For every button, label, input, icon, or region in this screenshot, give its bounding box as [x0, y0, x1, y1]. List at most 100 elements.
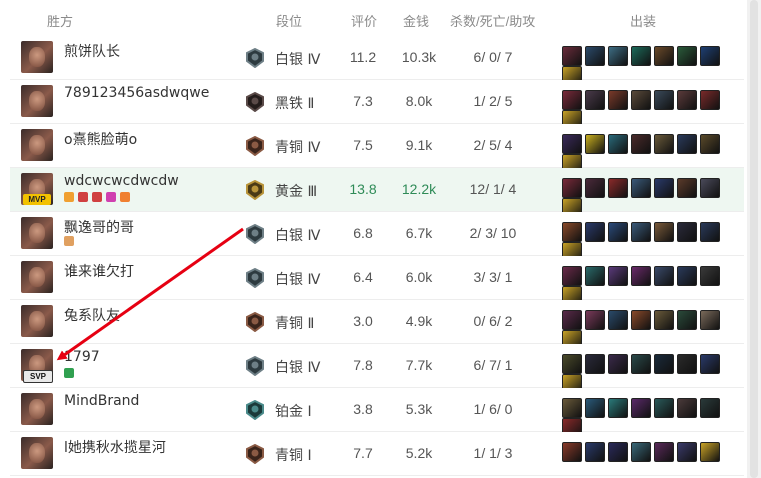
scrollbar[interactable] [747, 0, 761, 478]
item-icon[interactable] [677, 46, 697, 66]
item-icon[interactable] [585, 310, 605, 330]
item-icon[interactable] [700, 134, 720, 154]
item-icon[interactable] [677, 266, 697, 286]
player-name[interactable]: wdcwcwcdwcdw [64, 173, 179, 189]
item-icon[interactable] [654, 46, 674, 66]
item-icon[interactable] [562, 222, 582, 242]
item-icon[interactable] [700, 266, 720, 286]
item-icon[interactable] [585, 178, 605, 198]
item-icon[interactable] [654, 354, 674, 374]
item-icon[interactable] [608, 178, 628, 198]
item-icon[interactable] [608, 310, 628, 330]
player-name[interactable]: 煎饼队长 [64, 41, 120, 61]
item-icon[interactable] [562, 178, 582, 198]
player-row[interactable]: MindBrand 铂金 Ⅰ 3.8 5.3k 1/ 6/ 0 [10, 388, 744, 438]
player-name[interactable]: MindBrand [64, 393, 139, 409]
item-icon[interactable] [631, 310, 651, 330]
item-icon[interactable] [631, 90, 651, 110]
champion-avatar[interactable] [21, 437, 53, 469]
item-icon[interactable] [677, 442, 697, 462]
item-icon[interactable] [608, 46, 628, 66]
item-icon[interactable] [700, 310, 720, 330]
item-icon[interactable] [631, 266, 651, 286]
item-icon[interactable] [654, 310, 674, 330]
item-icon[interactable] [631, 46, 651, 66]
item-icon[interactable] [562, 266, 582, 286]
item-icon[interactable] [700, 354, 720, 374]
item-icon[interactable] [608, 134, 628, 154]
item-icon[interactable] [654, 398, 674, 418]
item-icon[interactable] [585, 134, 605, 154]
player-row[interactable]: MVP wdcwcwcdwcdw 黄金 Ⅲ 13.8 12.2k 12/ 1/ 4 [10, 168, 744, 218]
item-icon[interactable] [654, 178, 674, 198]
player-name[interactable]: 飘逸哥的哥 [64, 217, 134, 237]
item-icon[interactable] [677, 398, 697, 418]
champion-avatar[interactable] [21, 129, 53, 161]
item-icon[interactable] [631, 134, 651, 154]
item-icon[interactable] [608, 90, 628, 110]
item-icon[interactable] [677, 178, 697, 198]
item-icon[interactable] [654, 266, 674, 286]
item-icon[interactable] [631, 222, 651, 242]
item-icon[interactable] [677, 354, 697, 374]
item-icon[interactable] [700, 398, 720, 418]
champion-avatar[interactable] [21, 393, 53, 425]
item-icon[interactable] [562, 398, 582, 418]
item-icon[interactable] [654, 222, 674, 242]
item-icon[interactable] [562, 442, 582, 462]
item-icon[interactable] [562, 46, 582, 66]
item-icon[interactable] [608, 222, 628, 242]
player-row[interactable]: o熹熊脸萌o 青铜 Ⅳ 7.5 9.1k 2/ 5/ 4 [10, 124, 744, 174]
item-icon[interactable] [677, 90, 697, 110]
champion-avatar[interactable] [21, 305, 53, 337]
item-icon[interactable] [562, 354, 582, 374]
item-icon[interactable] [700, 178, 720, 198]
item-icon[interactable] [585, 442, 605, 462]
item-icon[interactable] [585, 266, 605, 286]
player-row[interactable]: 789123456asdwqwe 黑铁 Ⅱ 7.3 8.0k 1/ 2/ 5 [10, 80, 744, 130]
item-icon[interactable] [654, 442, 674, 462]
item-icon[interactable] [700, 90, 720, 110]
item-icon[interactable] [562, 310, 582, 330]
item-icon[interactable] [585, 222, 605, 242]
player-row[interactable]: SVP 1797 白银 Ⅳ 7.8 7.7k 6/ 7/ 1 [10, 344, 744, 394]
player-name[interactable]: 1797 [64, 349, 100, 365]
player-row[interactable]: 谁来谁欠打 白银 Ⅳ 6.4 6.0k 3/ 3/ 1 [10, 256, 744, 306]
item-icon[interactable] [654, 134, 674, 154]
item-icon[interactable] [700, 442, 720, 462]
item-icon[interactable] [608, 442, 628, 462]
player-name[interactable]: o熹熊脸萌o [64, 129, 137, 149]
item-icon[interactable] [677, 134, 697, 154]
player-row[interactable]: 兔系队友 青铜 Ⅱ 3.0 4.9k 0/ 6/ 2 [10, 300, 744, 350]
player-name[interactable]: l她携秋水揽星河 [64, 437, 166, 457]
champion-avatar[interactable] [21, 261, 53, 293]
item-icon[interactable] [700, 46, 720, 66]
scrollbar-thumb[interactable] [750, 0, 758, 478]
player-name[interactable]: 兔系队友 [64, 305, 120, 325]
item-icon[interactable] [585, 46, 605, 66]
item-icon[interactable] [631, 178, 651, 198]
item-icon[interactable] [608, 398, 628, 418]
item-icon[interactable] [562, 90, 582, 110]
item-icon[interactable] [677, 222, 697, 242]
champion-avatar[interactable] [21, 85, 53, 117]
champion-avatar[interactable] [21, 41, 53, 73]
player-row[interactable]: 飘逸哥的哥 白银 Ⅳ 6.8 6.7k 2/ 3/ 10 [10, 212, 744, 262]
item-icon[interactable] [608, 266, 628, 286]
item-icon[interactable] [608, 354, 628, 374]
champion-avatar[interactable] [21, 217, 53, 249]
item-icon[interactable] [631, 442, 651, 462]
player-name[interactable]: 789123456asdwqwe [64, 85, 209, 101]
item-icon[interactable] [562, 134, 582, 154]
item-icon[interactable] [585, 398, 605, 418]
player-name[interactable]: 谁来谁欠打 [64, 261, 134, 281]
item-icon[interactable] [585, 90, 605, 110]
item-icon[interactable] [631, 354, 651, 374]
player-row[interactable]: l她携秋水揽星河 青铜 Ⅰ 7.7 5.2k 1/ 1/ 3 [10, 432, 744, 476]
item-icon[interactable] [677, 310, 697, 330]
item-icon[interactable] [585, 354, 605, 374]
player-row[interactable]: 煎饼队长 白银 Ⅳ 11.2 10.3k 6/ 0/ 7 [10, 36, 744, 86]
item-icon[interactable] [654, 90, 674, 110]
item-icon[interactable] [700, 222, 720, 242]
item-icon[interactable] [631, 398, 651, 418]
